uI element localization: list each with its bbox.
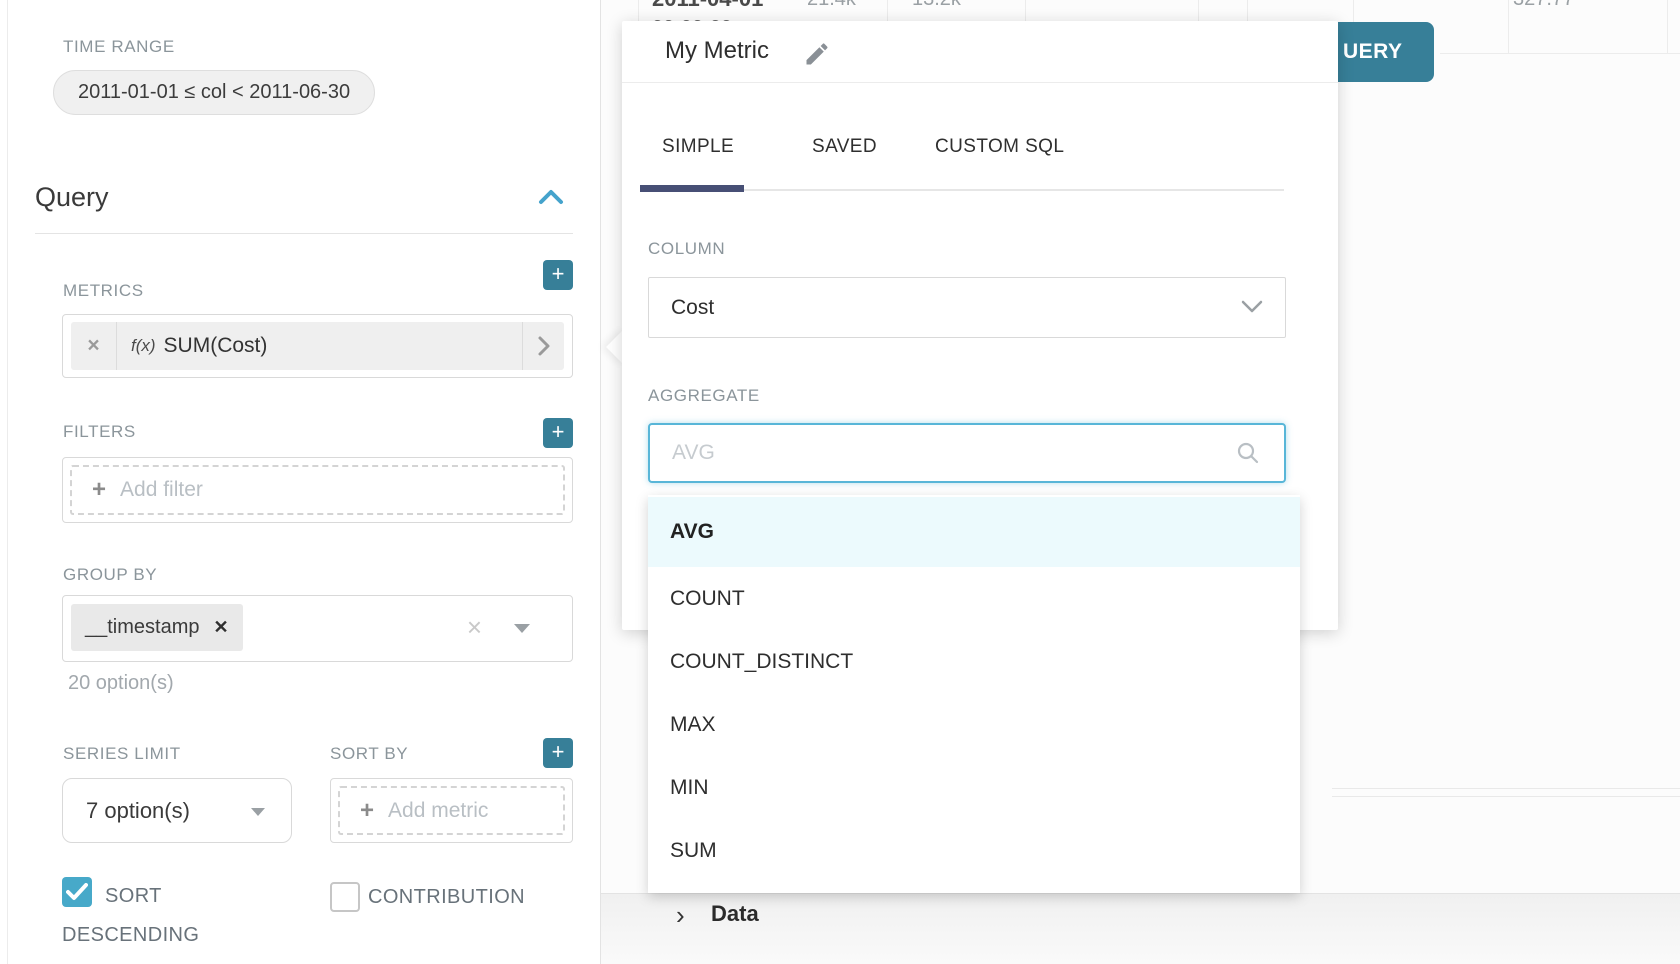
add-sort-metric-plus-button[interactable]: + — [543, 738, 573, 768]
sort-by-label: SORT BY — [330, 744, 408, 764]
tag-label: __timestamp — [85, 616, 200, 639]
add-filter-dropzone[interactable]: + Add filter — [70, 465, 565, 515]
data-panel-header[interactable] — [601, 893, 1680, 964]
active-tab-indicator — [640, 185, 744, 192]
series-limit-select[interactable]: 7 option(s) — [62, 778, 292, 843]
gridline — [1440, 53, 1680, 54]
table-cell-value: 327.77 — [1513, 0, 1574, 11]
gridline — [1332, 796, 1680, 797]
caret-down-icon — [251, 808, 265, 816]
tab-custom-sql[interactable]: CUSTOM SQL — [935, 136, 1064, 158]
metric-caret[interactable] — [522, 322, 564, 370]
gridline — [1198, 0, 1199, 21]
gridline — [1353, 0, 1354, 22]
group-by-tag[interactable]: __timestamp ✕ — [71, 604, 243, 651]
column-select[interactable]: Cost — [648, 277, 1286, 338]
query-section-title: Query — [35, 182, 109, 213]
gridline — [1508, 0, 1509, 53]
run-query-button[interactable]: UERY — [1338, 22, 1434, 82]
group-by-options-hint: 20 option(s) — [68, 672, 174, 695]
add-sort-metric-dropzone[interactable]: + Add metric — [338, 786, 565, 835]
tab-simple[interactable]: SIMPLE — [662, 136, 734, 158]
divider — [622, 82, 1338, 83]
panel-edge — [7, 0, 8, 964]
chevron-right-icon — [537, 335, 551, 357]
plus-icon: + — [92, 476, 106, 504]
tab-saved[interactable]: SAVED — [812, 136, 877, 158]
option-min[interactable]: MIN — [648, 756, 1300, 819]
filters-label: FILTERS — [63, 422, 136, 442]
metric-pill[interactable]: × f(x) SUM(Cost) — [71, 322, 564, 370]
add-filter-plus-button[interactable]: + — [543, 418, 573, 448]
remove-metric-icon[interactable]: × — [71, 322, 117, 370]
fx-icon: f(x) — [131, 336, 156, 356]
data-panel-title[interactable]: Data — [711, 901, 759, 927]
series-limit-label: SERIES LIMIT — [63, 744, 181, 764]
clear-select-icon[interactable]: × — [467, 614, 482, 640]
plus-icon: + — [360, 797, 374, 825]
chevron-up-icon[interactable] — [538, 188, 564, 206]
add-metric-placeholder: Add metric — [388, 799, 488, 823]
sort-descending-label[interactable]: SORT DESCENDING — [62, 877, 247, 955]
contribution-checkbox[interactable] — [330, 882, 360, 912]
gridline — [1025, 0, 1026, 21]
gridline — [887, 0, 888, 21]
sort-by-container: + Add metric — [330, 778, 573, 843]
aggregate-label: AGGREGATE — [648, 386, 760, 406]
metrics-container: × f(x) SUM(Cost) — [62, 314, 573, 378]
series-limit-value: 7 option(s) — [86, 798, 190, 824]
metric-name[interactable]: SUM(Cost) — [164, 334, 268, 358]
remove-tag-icon[interactable]: ✕ — [214, 617, 229, 638]
option-max[interactable]: MAX — [648, 693, 1300, 756]
metrics-label: METRICS — [63, 281, 144, 301]
popover-title: My Metric — [665, 37, 769, 65]
table-cell-value: 21.4k — [807, 0, 856, 11]
gridline — [1667, 0, 1668, 53]
chevron-right-icon[interactable]: › — [676, 900, 685, 931]
aggregate-options-dropdown: AVG COUNT COUNT_DISTINCT MAX MIN SUM — [648, 495, 1300, 893]
group-by-select[interactable]: __timestamp ✕ × — [62, 595, 573, 662]
option-count[interactable]: COUNT — [648, 567, 1300, 630]
table-cell-value: 13.2k — [912, 0, 961, 11]
column-label: COLUMN — [648, 239, 725, 259]
group-by-label: GROUP BY — [63, 565, 157, 585]
time-range-filter-pill[interactable]: 2011-01-01 ≤ col < 2011-06-30 — [53, 70, 375, 115]
gridline — [638, 0, 639, 21]
option-sum[interactable]: SUM — [648, 819, 1300, 882]
add-filter-placeholder: Add filter — [120, 478, 203, 502]
caret-down-icon[interactable] — [514, 624, 530, 633]
contribution-label[interactable]: CONTRIBUTION — [368, 886, 525, 909]
option-count-distinct[interactable]: COUNT_DISTINCT — [648, 630, 1300, 693]
chevron-down-icon — [1241, 300, 1263, 314]
edit-pencil-icon[interactable] — [803, 40, 831, 68]
add-metric-plus-button[interactable]: + — [543, 260, 573, 290]
superset-explore-screen: 2011-04-01 00:00:00 21.4k 13.2k 327.77 U… — [0, 0, 1680, 964]
gridline — [1247, 0, 1248, 21]
search-icon — [1236, 441, 1260, 465]
option-avg[interactable]: AVG — [648, 497, 1300, 567]
gridline — [1332, 788, 1680, 789]
time-range-label: TIME RANGE — [63, 37, 175, 57]
filters-container: + Add filter — [62, 457, 573, 523]
query-control-panel: TIME RANGE 2011-01-01 ≤ col < 2011-06-30… — [0, 0, 601, 964]
divider — [35, 233, 573, 234]
column-select-value: Cost — [671, 296, 714, 320]
aggregate-input[interactable] — [648, 423, 1286, 483]
table-cell-date: 2011-04-01 — [652, 0, 763, 12]
